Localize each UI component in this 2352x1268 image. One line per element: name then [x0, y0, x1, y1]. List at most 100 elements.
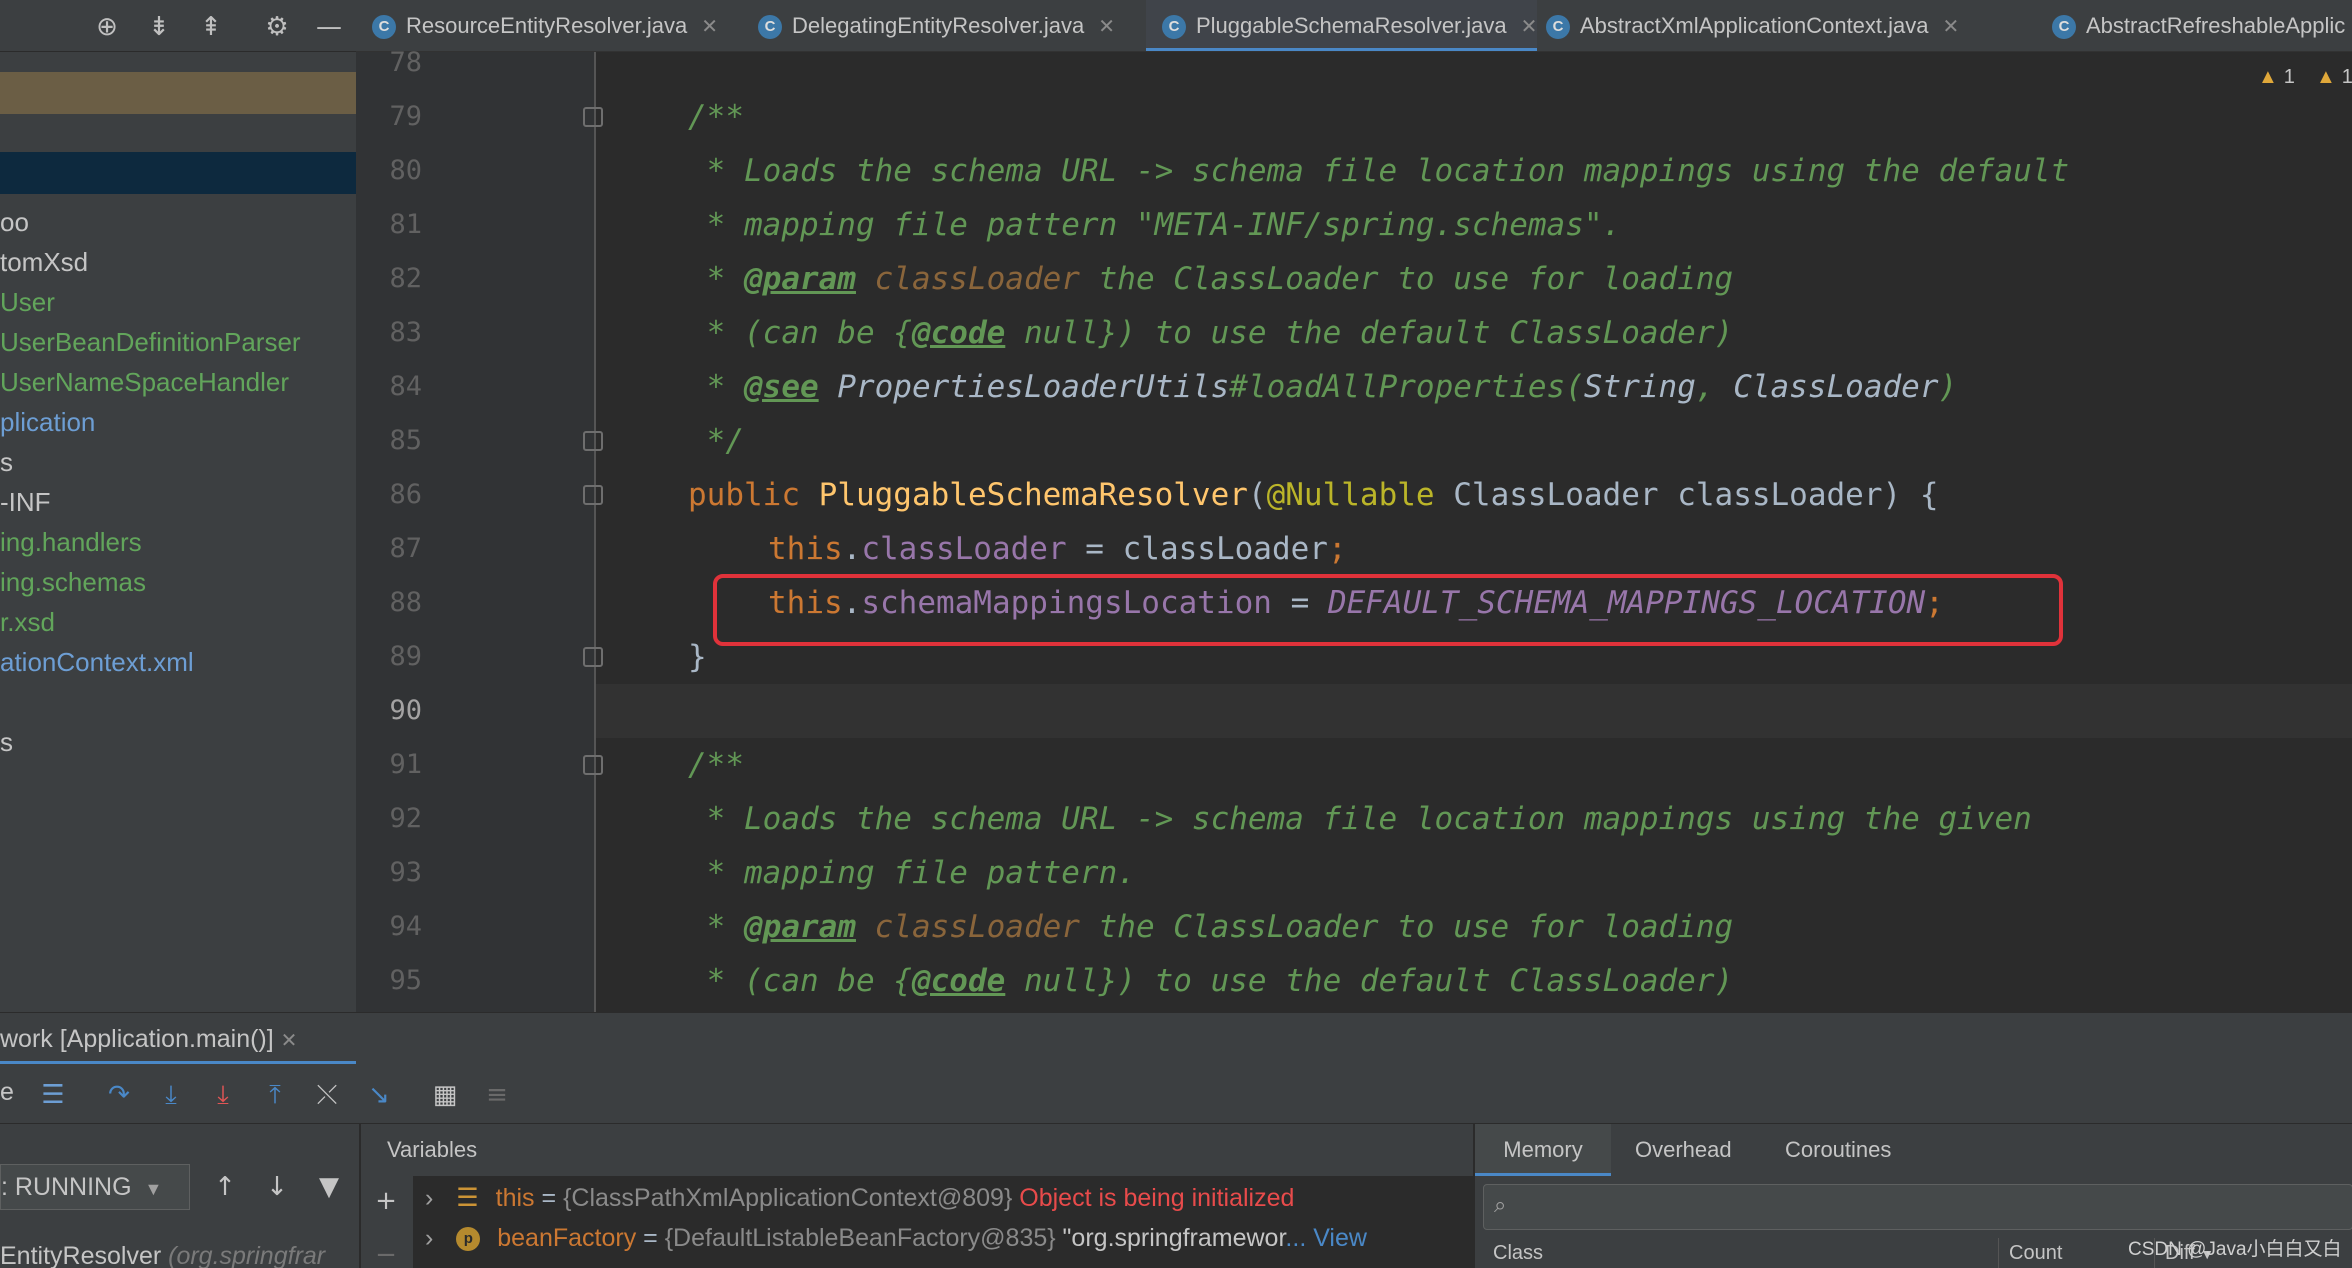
- code-line: 82 * @param classLoader the ClassLoader …: [0, 252, 2352, 306]
- code-line: 93 * mapping file pattern.: [0, 846, 2352, 900]
- line-number: 78: [389, 47, 422, 78]
- code-text: /**: [688, 99, 744, 135]
- code-line: 81 * mapping file pattern "META-INF/spri…: [0, 198, 2352, 252]
- code-text: * (can be {@code null}) to use the defau…: [688, 963, 1734, 999]
- drop-frame-icon[interactable]: ⤬: [310, 1078, 344, 1112]
- variables-panel: Variables + − › ☰ this = {ClassPathXmlAp…: [361, 1124, 1473, 1268]
- code-line: 86 public PluggableSchemaResolver(@Nulla…: [0, 468, 2352, 522]
- line-number: 94: [389, 911, 422, 942]
- line-number: 91: [389, 749, 422, 780]
- annotation-highlight-box: [713, 574, 2063, 646]
- variables-side-toolbar: + −: [361, 1176, 413, 1268]
- line-number: 88: [389, 587, 422, 618]
- line-number: 81: [389, 209, 422, 240]
- watermark: CSDN @Java小白白又白: [2128, 1239, 2342, 1260]
- line-number: 89: [389, 641, 422, 672]
- frames-label: e: [0, 1078, 14, 1106]
- code-text: */: [688, 423, 744, 459]
- debug-session-tab[interactable]: work [Application.main()] ✕: [0, 1013, 309, 1065]
- close-icon[interactable]: ✕: [701, 16, 718, 38]
- line-number: 84: [389, 371, 422, 402]
- show-execution-point-icon[interactable]: ☰: [36, 1078, 70, 1112]
- code-line: 78: [0, 36, 2352, 90]
- chevron-right-icon[interactable]: ›: [425, 1184, 433, 1212]
- line-number: 85: [389, 425, 422, 456]
- code-text: * Loads the schema URL -> schema file lo…: [688, 153, 2070, 189]
- fold-icon[interactable]: [583, 485, 603, 505]
- line-number: 79: [389, 101, 422, 132]
- code-line: 79 /**: [0, 90, 2352, 144]
- code-text: }: [688, 639, 707, 675]
- tab-memory[interactable]: Memory: [1475, 1124, 1611, 1176]
- memory-search-input[interactable]: ⌕: [1483, 1184, 2352, 1230]
- step-over-icon[interactable]: ↷: [102, 1078, 136, 1112]
- ide-window: ⊕ ⇟ ⇞ ⚙ — oo tomXsd User UserBeanDefinition…: [0, 0, 2352, 1268]
- chevron-down-icon: ▼: [144, 1179, 163, 1199]
- variables-header: Variables: [361, 1124, 1473, 1176]
- force-step-into-icon[interactable]: ⤓: [206, 1078, 240, 1112]
- step-out-icon[interactable]: ⤒: [258, 1078, 292, 1112]
- stack-frame-item[interactable]: EntityResolver (org.springfrar: [0, 1242, 325, 1268]
- close-icon[interactable]: ✕: [1943, 16, 1960, 38]
- variable-row-beanfactory[interactable]: › p beanFactory = {DefaultListableBeanFa…: [413, 1218, 1367, 1258]
- close-icon[interactable]: ✕: [1098, 16, 1115, 38]
- memory-search-field[interactable]: [1524, 1191, 2324, 1223]
- step-into-icon[interactable]: ⤓: [154, 1078, 188, 1112]
- fold-icon[interactable]: [583, 107, 603, 127]
- tab-coroutines[interactable]: Coroutines: [1785, 1124, 1891, 1176]
- search-icon: ⌕: [1494, 1193, 1507, 1218]
- code-text: * @param classLoader the ClassLoader to …: [688, 909, 1734, 945]
- code-line: 83 * (can be {@code null}) to use the de…: [0, 306, 2352, 360]
- tab-overhead[interactable]: Overhead: [1635, 1124, 1732, 1176]
- protected-field-icon: p: [456, 1227, 481, 1252]
- filter-icon[interactable]: ▼: [312, 1170, 346, 1204]
- line-number: 83: [389, 317, 422, 348]
- code-line: 84 * @see PropertiesLoaderUtils#loadAllP…: [0, 360, 2352, 414]
- fold-icon[interactable]: [583, 431, 603, 451]
- code-line: 80 * Loads the schema URL -> schema file…: [0, 144, 2352, 198]
- fold-icon[interactable]: [583, 647, 603, 667]
- view-link[interactable]: ... View: [1285, 1224, 1367, 1252]
- debug-toolbar: e ☰ ↷ ⤓ ⤓ ⤒ ⤬ ↘ ▦ ≡: [0, 1064, 2352, 1124]
- arrow-down-icon[interactable]: ↓: [260, 1170, 294, 1204]
- code-text: * mapping file pattern.: [688, 855, 1136, 891]
- line-number: 95: [389, 965, 422, 996]
- code-text: * @see PropertiesLoaderUtils#loadAllProp…: [688, 369, 1958, 405]
- add-watch-icon[interactable]: +: [369, 1184, 403, 1218]
- evaluate-expression-icon[interactable]: ▦: [428, 1078, 462, 1112]
- fold-icon[interactable]: [583, 755, 603, 775]
- code-text: /**: [688, 747, 744, 783]
- code-text: public PluggableSchemaResolver(@Nullable…: [688, 477, 1939, 513]
- line-number: 90: [389, 695, 422, 726]
- code-line: 90: [0, 684, 2352, 738]
- line-number: 80: [389, 155, 422, 186]
- remove-watch-icon[interactable]: −: [369, 1238, 403, 1268]
- code-line: 85 */: [0, 414, 2352, 468]
- trace-stream-icon[interactable]: ≡: [480, 1078, 514, 1112]
- line-number: 86: [389, 479, 422, 510]
- column-class[interactable]: Class: [1483, 1238, 1999, 1268]
- run-to-cursor-icon[interactable]: ↘: [362, 1078, 396, 1112]
- code-text: * (can be {@code null}) to use the defau…: [688, 315, 1734, 351]
- line-number: 87: [389, 533, 422, 564]
- thread-selector[interactable]: : RUNNING ▼: [0, 1164, 190, 1210]
- debug-session-bar: work [Application.main()] ✕: [0, 1012, 2352, 1065]
- code-line: 94 * @param classLoader the ClassLoader …: [0, 900, 2352, 954]
- code-line: 91 /**: [0, 738, 2352, 792]
- line-number: 93: [389, 857, 422, 888]
- close-icon[interactable]: ✕: [281, 1030, 298, 1052]
- variable-row-this[interactable]: › ☰ this = {ClassPathXmlApplicationConte…: [413, 1178, 1294, 1218]
- code-text: * mapping file pattern "META-INF/spring.…: [688, 207, 1622, 243]
- code-text: this.classLoader = classLoader;: [768, 531, 1347, 567]
- code-line: 87 this.classLoader = classLoader;: [0, 522, 2352, 576]
- field-icon: ☰: [456, 1184, 479, 1212]
- code-text: * @param classLoader the ClassLoader to …: [688, 261, 1734, 297]
- arrow-up-icon[interactable]: ↑: [208, 1170, 242, 1204]
- code-line: 92 * Loads the schema URL -> schema file…: [0, 792, 2352, 846]
- frames-panel: : RUNNING ▼ ↑ ↓ ▼ EntityResolver (org.sp…: [0, 1124, 360, 1268]
- line-number: 82: [389, 263, 422, 294]
- code-text: * Loads the schema URL -> schema file lo…: [688, 801, 2032, 837]
- code-line: 95 * (can be {@code null}) to use the de…: [0, 954, 2352, 1008]
- line-number: 92: [389, 803, 422, 834]
- chevron-right-icon[interactable]: ›: [425, 1224, 433, 1252]
